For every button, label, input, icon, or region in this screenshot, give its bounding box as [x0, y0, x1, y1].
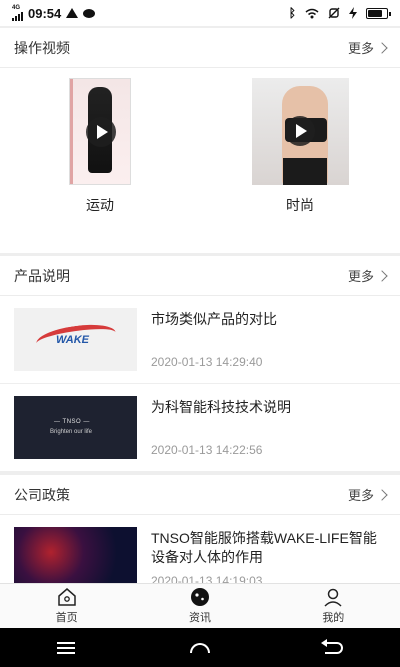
system-nav-bar	[0, 628, 400, 667]
more-link[interactable]: 更多	[347, 485, 388, 504]
section-title: 操作视频	[14, 39, 70, 56]
video-label: 运动	[86, 197, 114, 213]
article-item[interactable]: TNSO智能服饰搭载WAKE-LIFE智能设备对人体的作用 2020-01-13…	[0, 515, 400, 583]
product-section: 产品说明 更多 WAKE 市场类似产品的对比 2020-01-13 14:29:…	[0, 256, 400, 472]
article-date: 2020-01-13 14:22:56	[151, 443, 263, 457]
chevron-right-icon	[376, 488, 388, 501]
videos-section-header: 操作视频 更多	[0, 28, 400, 68]
videos-section: 操作视频 更多 运动 时尚	[0, 28, 400, 253]
video-list: 运动 时尚	[0, 68, 400, 253]
more-label: 更多	[347, 269, 374, 284]
article-item[interactable]: — TNSO — Brighten our life 为科智能科技技术说明 20…	[0, 384, 400, 472]
mute-icon	[328, 7, 340, 19]
video-thumbnail[interactable]	[69, 78, 131, 185]
policy-section: 公司政策 更多 TNSO智能服饰搭载WAKE-LIFE智能设备对人体的作用 20…	[0, 475, 400, 583]
menu-icon[interactable]	[57, 641, 76, 654]
tab-label: 首页	[55, 612, 78, 624]
chevron-right-icon	[376, 269, 388, 282]
tab-news[interactable]: 资讯	[133, 584, 266, 628]
home-nav-icon[interactable]	[189, 642, 210, 653]
more-link[interactable]: 更多	[347, 38, 388, 57]
battery-icon	[366, 7, 391, 19]
tab-home[interactable]: 首页	[0, 584, 133, 628]
tab-label: 资讯	[188, 612, 211, 624]
article-date: 2020-01-13 14:19:03	[151, 574, 263, 583]
bluetooth-icon: ᛒ	[288, 6, 296, 20]
warning-icon	[66, 8, 79, 18]
status-time: 09:54	[28, 5, 62, 21]
message-icon	[83, 8, 96, 18]
section-title: 公司政策	[14, 486, 70, 503]
news-icon	[190, 587, 210, 607]
article-thumbnail: WAKE	[14, 308, 137, 371]
play-icon[interactable]	[86, 117, 116, 147]
battery-fill	[368, 9, 383, 17]
tab-label: 我的	[322, 612, 345, 624]
status-right: ᛒ	[288, 6, 391, 20]
more-label: 更多	[347, 488, 374, 503]
article-date: 2020-01-13 14:29:40	[151, 355, 263, 369]
article-item[interactable]: WAKE 市场类似产品的对比 2020-01-13 14:29:40	[0, 296, 400, 384]
home-icon	[57, 587, 77, 607]
video-item-sport[interactable]: 运动	[0, 68, 200, 253]
video-thumbnail[interactable]	[251, 78, 349, 185]
wifi-icon	[305, 8, 319, 18]
article-body: TNSO智能服饰搭载WAKE-LIFE智能设备对人体的作用 2020-01-13…	[151, 527, 386, 583]
article-body: 市场类似产品的对比 2020-01-13 14:29:40	[151, 308, 277, 371]
article-thumbnail	[14, 527, 137, 583]
tab-profile[interactable]: 我的	[267, 584, 400, 628]
article-title: 市场类似产品的对比	[151, 311, 277, 327]
charging-icon	[349, 7, 357, 19]
video-item-fashion[interactable]: 时尚	[200, 68, 400, 253]
bottom-tab-bar: 首页 资讯 我的	[0, 583, 400, 628]
play-icon[interactable]	[284, 116, 315, 146]
chevron-right-icon	[376, 41, 388, 54]
profile-icon	[323, 587, 343, 607]
article-title: TNSO智能服饰搭载WAKE-LIFE智能设备对人体的作用	[151, 530, 377, 565]
more-link[interactable]: 更多	[347, 266, 388, 285]
section-title: 产品说明	[14, 267, 70, 284]
status-bar: 4G 09:54 ᛒ	[0, 0, 400, 26]
video-label: 时尚	[286, 197, 314, 213]
more-label: 更多	[347, 41, 374, 56]
signal-icon: 4G	[12, 5, 23, 21]
status-left: 4G 09:54	[12, 5, 96, 21]
back-icon[interactable]	[320, 638, 343, 654]
wake-logo: WAKE	[56, 334, 89, 346]
article-title: 为科智能科技技术说明	[151, 399, 291, 415]
article-body: 为科智能科技技术说明 2020-01-13 14:22:56	[151, 396, 291, 459]
article-thumbnail: — TNSO — Brighten our life	[14, 396, 137, 459]
thumb-logo: — TNSO —	[54, 419, 90, 425]
thumb-slogan: Brighten our life	[50, 429, 93, 435]
product-section-header: 产品说明 更多	[0, 256, 400, 296]
policy-section-header: 公司政策 更多	[0, 475, 400, 515]
